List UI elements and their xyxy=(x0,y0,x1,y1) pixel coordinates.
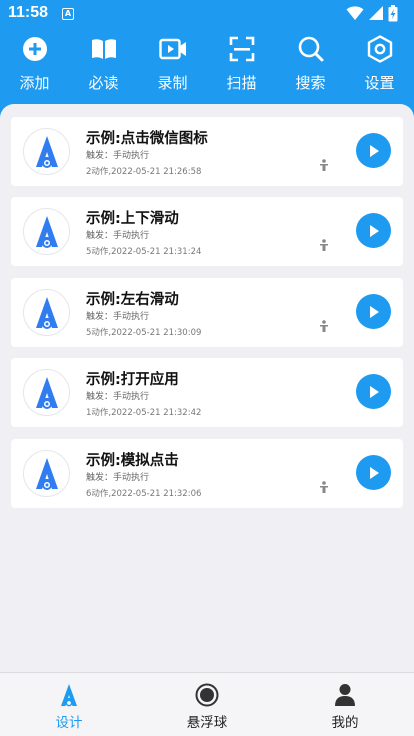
battery-charging-icon xyxy=(388,5,398,22)
video-record-icon xyxy=(158,38,186,60)
person-icon xyxy=(320,320,328,332)
toolbar-must-read[interactable]: 必读 xyxy=(69,34,138,98)
play-button[interactable] xyxy=(356,455,391,490)
settings-icon xyxy=(367,35,392,63)
floating-ball-icon xyxy=(195,683,219,707)
script-list: 示例:点击微信图标 触发：手动执行 2动作,2022-05-21 21:26:5… xyxy=(0,104,414,672)
script-meta: 5动作,2022-05-21 21:30:09 xyxy=(86,328,202,338)
wifi-icon xyxy=(346,6,364,20)
status-bar: 11:58 A xyxy=(0,0,414,30)
script-card[interactable]: 示例:模拟点击 触发：手动执行 6动作,2022-05-21 21:32:06 xyxy=(11,439,403,508)
scan-icon xyxy=(229,36,254,62)
tab-floating-ball[interactable]: 悬浮球 xyxy=(138,673,276,736)
design-logo-icon xyxy=(61,684,77,707)
script-logo xyxy=(23,208,70,255)
person-icon xyxy=(320,481,328,493)
person-icon xyxy=(320,239,328,251)
script-trigger: 触发：手动执行 xyxy=(86,312,150,322)
app-logo-icon xyxy=(35,215,58,248)
play-button[interactable] xyxy=(356,213,391,248)
script-logo xyxy=(23,369,70,416)
script-meta: 5动作,2022-05-21 21:31:24 xyxy=(86,247,202,257)
add-icon xyxy=(22,37,47,61)
app-logo-icon xyxy=(35,457,58,490)
toolbar-search-label: 搜索 xyxy=(295,74,326,92)
script-title: 示例:左右滑动 xyxy=(86,292,179,308)
play-icon xyxy=(369,466,379,479)
app-logo-icon xyxy=(35,376,58,409)
tab-profile[interactable]: 我的 xyxy=(276,673,414,736)
play-icon xyxy=(369,305,379,318)
profile-icon xyxy=(335,684,355,706)
script-meta: 2动作,2022-05-21 21:26:58 xyxy=(86,167,202,177)
toolbar-settings-label: 设置 xyxy=(364,74,395,92)
toolbar-must-read-label: 必读 xyxy=(88,74,119,92)
script-logo xyxy=(23,128,70,175)
script-trigger: 触发：手动执行 xyxy=(86,473,150,483)
top-toolbar: 添加 必读 录制 扫描 搜索 设置 xyxy=(0,34,414,98)
tab-profile-label: 我的 xyxy=(331,715,359,731)
script-card[interactable]: 示例:左右滑动 触发：手动执行 5动作,2022-05-21 21:30:09 xyxy=(11,278,403,347)
toolbar-scan[interactable]: 扫描 xyxy=(207,34,276,98)
play-icon xyxy=(369,144,379,157)
toolbar-add-label: 添加 xyxy=(19,74,50,92)
person-icon xyxy=(320,159,328,171)
script-card[interactable]: 示例:点击微信图标 触发：手动执行 2动作,2022-05-21 21:26:5… xyxy=(11,117,403,186)
status-time: 11:58 xyxy=(8,4,49,21)
play-button[interactable] xyxy=(356,294,391,329)
play-button[interactable] xyxy=(356,374,391,409)
script-meta: 6动作,2022-05-21 21:32:06 xyxy=(86,489,202,499)
signal-icon xyxy=(369,6,383,20)
script-logo xyxy=(23,289,70,336)
toolbar-scan-label: 扫描 xyxy=(226,74,257,92)
script-title: 示例:上下滑动 xyxy=(86,211,179,227)
app-logo-icon xyxy=(35,296,58,329)
notification-app-icon: A xyxy=(62,8,74,20)
play-icon xyxy=(369,224,379,237)
tab-floating-ball-label: 悬浮球 xyxy=(186,715,228,731)
script-logo xyxy=(23,450,70,497)
bottom-tab-bar: 设计 悬浮球 我的 xyxy=(0,672,414,736)
toolbar-add[interactable]: 添加 xyxy=(0,34,69,98)
script-title: 示例:模拟点击 xyxy=(86,453,179,469)
toolbar-record-label: 录制 xyxy=(157,74,188,92)
script-trigger: 触发：手动执行 xyxy=(86,231,150,241)
script-trigger: 触发：手动执行 xyxy=(86,151,150,161)
tab-design-label: 设计 xyxy=(55,715,83,731)
app-logo-icon xyxy=(35,135,58,168)
play-icon xyxy=(369,385,379,398)
play-button[interactable] xyxy=(356,133,391,168)
book-icon xyxy=(91,39,116,59)
script-trigger: 触发：手动执行 xyxy=(86,392,150,402)
tab-design[interactable]: 设计 xyxy=(0,673,138,736)
script-meta: 1动作,2022-05-21 21:32:42 xyxy=(86,408,202,418)
script-title: 示例:打开应用 xyxy=(86,372,179,388)
script-card[interactable]: 示例:打开应用 触发：手动执行 1动作,2022-05-21 21:32:42 xyxy=(11,358,403,427)
script-title: 示例:点击微信图标 xyxy=(86,131,208,147)
toolbar-settings[interactable]: 设置 xyxy=(345,34,414,98)
toolbar-record[interactable]: 录制 xyxy=(138,34,207,98)
search-icon xyxy=(298,36,323,62)
toolbar-search[interactable]: 搜索 xyxy=(276,34,345,98)
script-card[interactable]: 示例:上下滑动 触发：手动执行 5动作,2022-05-21 21:31:24 xyxy=(11,197,403,266)
